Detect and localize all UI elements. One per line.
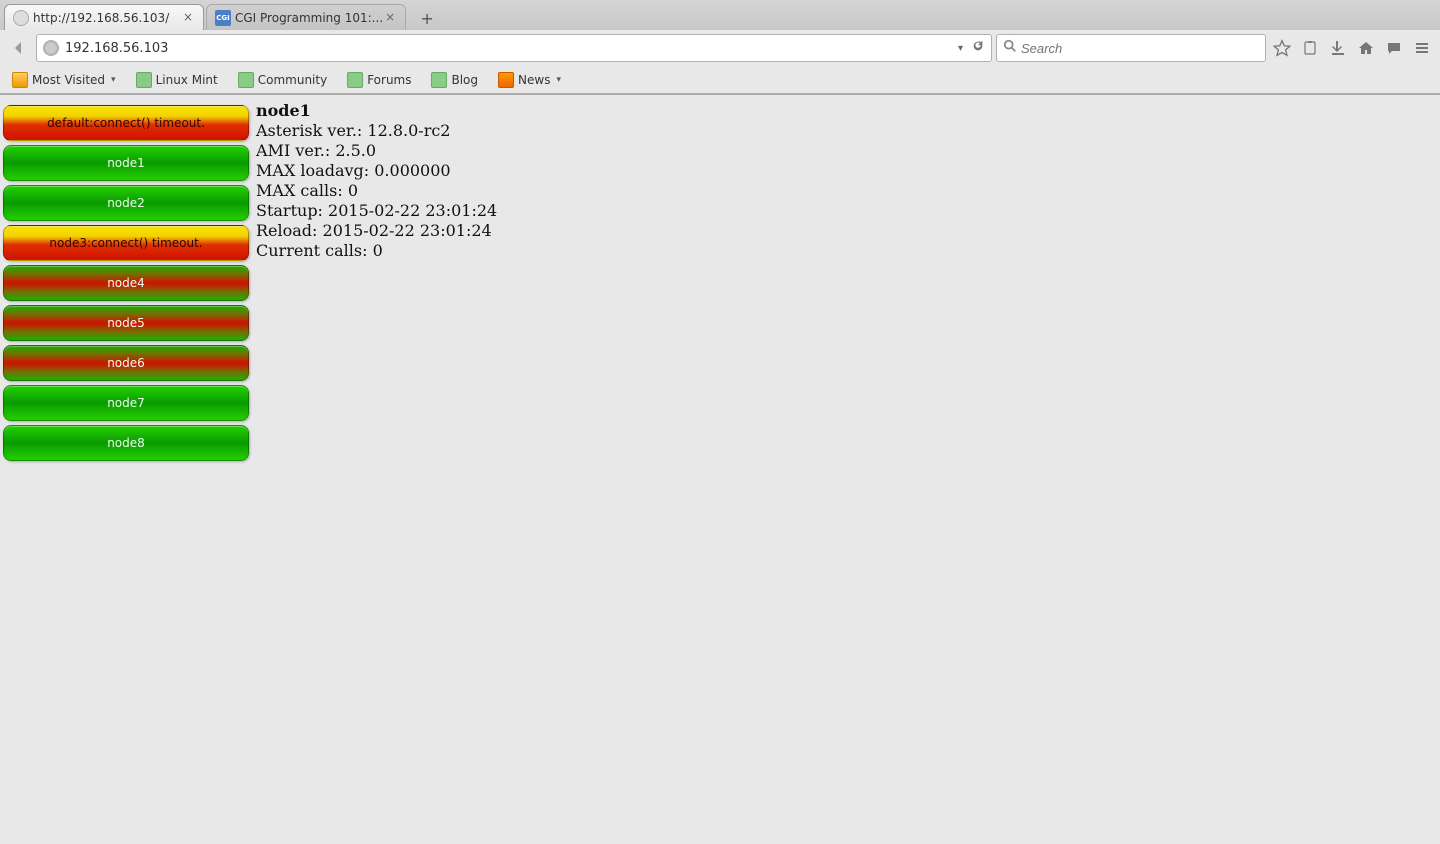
bookmark-linux-mint[interactable]: Linux Mint [132,70,222,90]
tab-title: http://192.168.56.103/ [33,11,181,25]
node-button-default[interactable]: default:connect() timeout. [3,105,249,141]
close-icon[interactable]: × [383,11,397,25]
tab-1[interactable]: CGI CGI Programming 101:... × [206,4,406,30]
node-details: node1 Asterisk ver.: 12.8.0-rc2 AMI ver.… [254,95,499,844]
node-button-node3[interactable]: node3:connect() timeout. [3,225,249,261]
node-label: default:connect() timeout. [47,116,205,130]
cgi-icon: CGI [215,10,231,26]
bookmark-label: Most Visited [32,73,105,87]
reload-icon[interactable] [971,39,985,57]
browser-chrome: http://192.168.56.103/ × CGI CGI Program… [0,0,1440,95]
details-current-calls: Current calls: 0 [256,241,497,261]
details-max-loadavg: MAX loadavg: 0.000000 [256,161,497,181]
sidebar: default:connect() timeout. node1 node2 n… [0,95,254,844]
bookmark-label: News [518,73,550,87]
details-startup: Startup: 2015-02-22 23:01:24 [256,201,497,221]
bookmark-most-visited[interactable]: Most Visited ▾ [8,70,120,90]
search-bar[interactable] [996,34,1266,62]
bookmark-blog[interactable]: Blog [427,70,482,90]
node-label: node3:connect() timeout. [49,236,202,250]
node-button-node6[interactable]: node6 [3,345,249,381]
identity-icon [43,40,59,56]
node-button-node1[interactable]: node1 [3,145,249,181]
url-text: 192.168.56.103 [65,41,950,56]
chevron-down-icon: ▾ [111,75,116,85]
bookmark-forums[interactable]: Forums [343,70,415,90]
search-icon [1003,39,1017,57]
tab-0[interactable]: http://192.168.56.103/ × [4,4,204,30]
mint-icon [431,72,447,88]
node-button-node4[interactable]: node4 [3,265,249,301]
page-content: default:connect() timeout. node1 node2 n… [0,95,1440,844]
node-label: node2 [107,196,145,210]
folder-icon [12,72,28,88]
details-asterisk-ver: Asterisk ver.: 12.8.0-rc2 [256,121,497,141]
chevron-down-icon[interactable]: ▾ [958,43,963,54]
tab-strip: http://192.168.56.103/ × CGI CGI Program… [0,0,1440,30]
tab-title: CGI Programming 101:... [235,11,383,25]
node-label: node6 [107,356,145,370]
details-reload: Reload: 2015-02-22 23:01:24 [256,221,497,241]
back-button[interactable] [6,35,32,61]
node-button-node5[interactable]: node5 [3,305,249,341]
bookmark-label: Linux Mint [156,73,218,87]
node-button-node2[interactable]: node2 [3,185,249,221]
bookmark-news[interactable]: News ▾ [494,70,565,90]
new-tab-button[interactable]: + [414,6,440,30]
url-bar[interactable]: 192.168.56.103 ▾ [36,34,992,62]
close-icon[interactable]: × [181,11,195,25]
rss-icon [498,72,514,88]
node-label: node5 [107,316,145,330]
chevron-down-icon: ▾ [556,75,561,85]
mint-icon [136,72,152,88]
bookmark-label: Blog [451,73,478,87]
downloads-icon[interactable] [1326,36,1350,60]
back-icon [11,40,27,56]
node-label: node7 [107,396,145,410]
clipboard-icon[interactable] [1298,36,1322,60]
node-label: node4 [107,276,145,290]
mint-icon [238,72,254,88]
node-button-node8[interactable]: node8 [3,425,249,461]
node-label: node1 [107,156,145,170]
bookmark-label: Forums [367,73,411,87]
details-max-calls: MAX calls: 0 [256,181,497,201]
bookmark-community[interactable]: Community [234,70,331,90]
globe-icon [13,10,29,26]
bookmark-label: Community [258,73,327,87]
details-ami-ver: AMI ver.: 2.5.0 [256,141,497,161]
chat-icon[interactable] [1382,36,1406,60]
menu-icon[interactable] [1410,36,1434,60]
home-icon[interactable] [1354,36,1378,60]
nav-bar: 192.168.56.103 ▾ [0,30,1440,66]
node-label: node8 [107,436,145,450]
mint-icon [347,72,363,88]
search-input[interactable] [1021,41,1259,56]
bookmark-star-icon[interactable] [1270,36,1294,60]
details-title: node1 [256,101,311,120]
node-button-node7[interactable]: node7 [3,385,249,421]
bookmarks-bar: Most Visited ▾ Linux Mint Community Foru… [0,66,1440,94]
